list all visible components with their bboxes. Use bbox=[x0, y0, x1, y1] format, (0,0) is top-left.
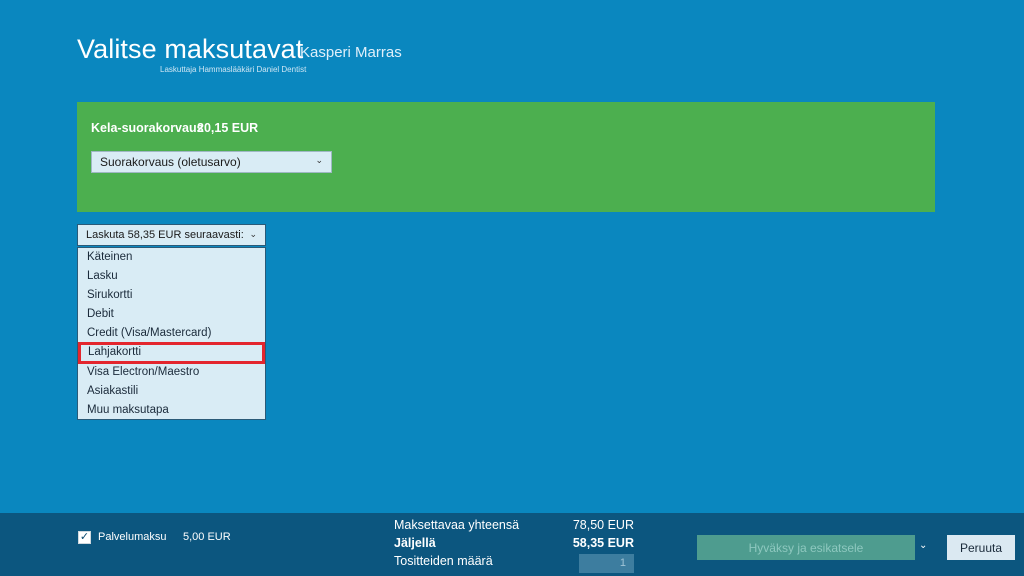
kela-reimbursement-select[interactable]: Suorakorvaus (oletusarvo) ⌄ bbox=[91, 151, 332, 173]
payment-option-invoice[interactable]: Lasku bbox=[78, 267, 265, 286]
service-fee-checkbox[interactable]: ✓ bbox=[78, 531, 91, 544]
chevron-down-icon[interactable]: ⌄ bbox=[919, 540, 927, 551]
chevron-down-icon: ⌄ bbox=[315, 155, 323, 165]
checkmark-icon: ✓ bbox=[79, 531, 90, 543]
cancel-button[interactable]: Peruuta bbox=[947, 535, 1015, 560]
patient-name: Kasperi Marras bbox=[300, 44, 402, 61]
total-label: Maksettavaa yhteensä bbox=[394, 518, 520, 532]
remaining-value: 58,35 EUR bbox=[572, 536, 634, 550]
receipts-label: Tositteiden määrä bbox=[394, 554, 493, 568]
payment-option-customer-account[interactable]: Asiakastili bbox=[78, 382, 265, 401]
kela-panel: Kela-suorakorvaus 20,15 EUR Suorakorvaus… bbox=[77, 102, 935, 212]
payment-option-cash[interactable]: Käteinen bbox=[78, 248, 265, 267]
service-fee-label: Palvelumaksu bbox=[98, 531, 167, 543]
payment-option-visa-electron[interactable]: Visa Electron/Maestro bbox=[78, 363, 265, 382]
service-fee-amount: 5,00 EUR bbox=[183, 531, 231, 543]
payment-option-credit[interactable]: Credit (Visa/Mastercard) bbox=[78, 324, 265, 343]
footer-bar: ✓ Palvelumaksu 5,00 EUR Maksettavaa yhte… bbox=[0, 513, 1024, 576]
total-value: 78,50 EUR bbox=[572, 518, 634, 532]
receipts-count-input[interactable]: 1 bbox=[579, 554, 634, 573]
payment-option-other[interactable]: Muu maksutapa bbox=[78, 401, 265, 420]
payment-option-debit[interactable]: Debit bbox=[78, 305, 265, 324]
payment-option-gift-card[interactable]: Lahjakortti bbox=[78, 342, 265, 364]
page-title: Valitse maksutavat bbox=[77, 34, 304, 64]
payment-method-select[interactable]: Laskuta 58,35 EUR seuraavasti: ⌄ bbox=[77, 224, 266, 246]
approve-preview-button[interactable]: Hyväksy ja esikatsele bbox=[697, 535, 915, 560]
kela-select-value: Suorakorvaus (oletusarvo) bbox=[100, 155, 241, 169]
chevron-down-icon: ⌄ bbox=[249, 229, 257, 239]
payment-option-chip-card[interactable]: Sirukortti bbox=[78, 286, 265, 305]
kela-label: Kela-suorakorvaus bbox=[91, 121, 204, 135]
kela-amount: 20,15 EUR bbox=[197, 121, 259, 135]
payment-method-list: Käteinen Lasku Sirukortti Debit Credit (… bbox=[77, 247, 266, 420]
biller-info: Laskuttaja Hammaslääkäri Daniel Dentist bbox=[160, 65, 307, 74]
page-header: Valitse maksutavat bbox=[77, 34, 303, 65]
payment-select-value: Laskuta 58,35 EUR seuraavasti: bbox=[86, 229, 244, 241]
remaining-label: Jäljellä bbox=[394, 536, 436, 550]
